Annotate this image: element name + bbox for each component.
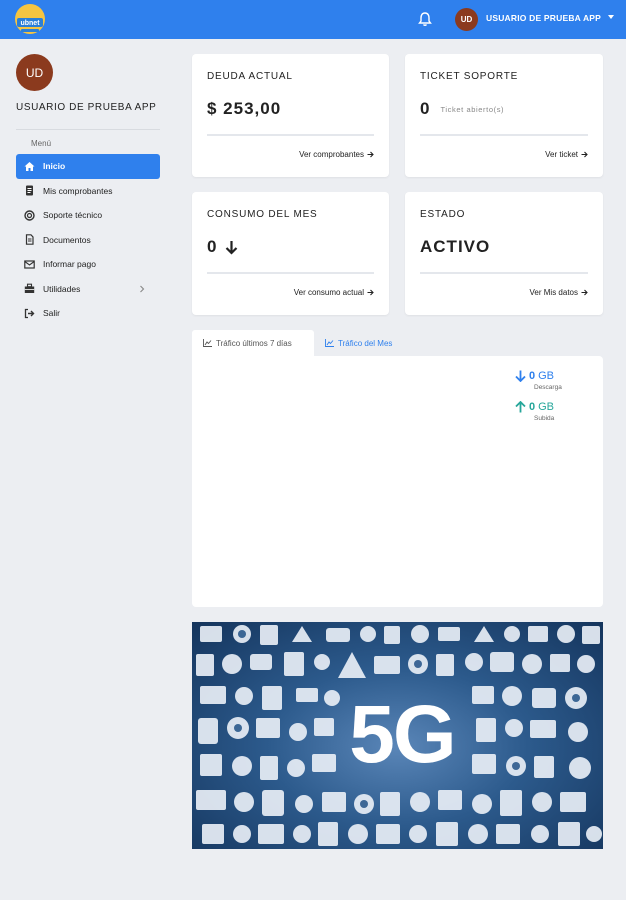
sidebar-item-utilidades[interactable]: Utilidades xyxy=(16,277,160,302)
sidebar-item-documentos[interactable]: Documentos xyxy=(16,228,160,253)
consumo-value-row: 0 xyxy=(207,237,238,257)
consumo-value: 0 xyxy=(207,237,218,256)
sidebar-item-salir[interactable]: Salir xyxy=(16,301,160,326)
card-title: TICKET SOPORTE xyxy=(420,71,519,82)
envelope-icon xyxy=(24,259,35,270)
support-icon xyxy=(24,210,35,221)
account-status: ACTIVO xyxy=(420,237,491,256)
home-icon xyxy=(24,161,35,172)
arrow-right-icon xyxy=(367,289,374,296)
sidebar-item-informar-pago[interactable]: Informar pago xyxy=(16,252,160,277)
download-unit: GB xyxy=(538,370,555,382)
promo-banner-5g: 5G xyxy=(192,622,603,849)
link-label: Ver consumo actual xyxy=(293,288,364,297)
notification-bell-icon[interactable] xyxy=(417,11,433,27)
card-divider xyxy=(420,134,588,136)
card-title: CONSUMO DEL MES xyxy=(207,209,318,220)
upload-value: 0 xyxy=(529,401,536,413)
link-label: Ver comprobantes xyxy=(299,150,364,159)
user-avatar[interactable]: UD xyxy=(455,8,478,31)
sidebar-item-label: Salir xyxy=(43,308,61,319)
sidebar-item-label: Documentos xyxy=(43,234,91,245)
download-label: Descarga xyxy=(534,384,562,391)
arrow-right-icon xyxy=(581,151,588,158)
link-label: Ver ticket xyxy=(545,150,578,159)
ticket-count-row: 0 Ticket abierto(s) xyxy=(420,99,504,119)
arrow-up-icon xyxy=(515,401,526,413)
sidebar-item-label: Soporte técnico xyxy=(43,210,103,221)
toolbox-icon xyxy=(24,283,35,294)
card-divider xyxy=(207,272,374,274)
ubnet-logo[interactable]: ubnet xyxy=(12,3,48,36)
sidebar-item-soporte[interactable]: Soporte técnico xyxy=(16,203,160,228)
arrow-right-icon xyxy=(581,289,588,296)
caret-down-icon[interactable] xyxy=(608,15,614,19)
chevron-right-icon xyxy=(140,285,145,292)
sidebar-avatar: UD xyxy=(16,54,53,91)
sidebar-divider xyxy=(16,129,160,130)
tab-label: Tráfico últimos 7 días xyxy=(216,338,292,348)
ver-comprobantes-link[interactable]: Ver comprobantes xyxy=(299,150,374,159)
chart-area-icon xyxy=(203,339,212,347)
ver-mis-datos-link[interactable]: Ver Mis datos xyxy=(530,288,588,297)
card-estado: ESTADO ACTIVO Ver Mis datos xyxy=(405,192,603,315)
document-icon xyxy=(24,234,35,246)
sidebar-item-label: Inicio xyxy=(43,161,66,172)
upload-unit: GB xyxy=(538,401,555,413)
receipt-icon xyxy=(24,185,35,196)
ver-consumo-link[interactable]: Ver consumo actual xyxy=(294,288,374,297)
sidebar-item-label: Utilidades xyxy=(43,283,81,294)
traffic-panel: 0 GB Descarga 0 GB Subida xyxy=(192,356,603,607)
upload-label: Subida xyxy=(534,415,555,422)
sidebar-item-inicio[interactable]: Inicio xyxy=(16,154,160,179)
upload-stat: 0 GB xyxy=(515,401,554,413)
logout-icon xyxy=(24,308,35,319)
tab-trafico-mes[interactable]: Tráfico del Mes xyxy=(314,330,414,356)
sidebar-menu: Inicio Mis comprobantes Soporte técnico … xyxy=(16,154,160,326)
sidebar-item-comprobantes[interactable]: Mis comprobantes xyxy=(16,179,160,204)
user-menu-toggle[interactable]: USUARIO DE PRUEBA APP xyxy=(486,13,601,23)
arrow-down-icon xyxy=(226,240,238,255)
debt-amount: $ 253,00 xyxy=(207,99,282,118)
ticket-count: 0 xyxy=(420,99,431,118)
download-stat: 0 GB xyxy=(515,370,554,382)
arrow-right-icon xyxy=(367,151,374,158)
card-deuda-actual: DEUDA ACTUAL $ 253,00 Ver comprobantes xyxy=(192,54,389,177)
card-title: DEUDA ACTUAL xyxy=(207,71,293,82)
sidebar-item-label: Mis comprobantes xyxy=(43,185,113,196)
top-navbar: ubnet UD USUARIO DE PRUEBA APP xyxy=(0,0,626,39)
tab-label: Tráfico del Mes xyxy=(338,338,393,348)
card-title: ESTADO xyxy=(420,209,466,220)
card-divider xyxy=(420,272,588,274)
arrow-down-icon xyxy=(515,370,526,382)
banner-5g-text: 5G xyxy=(349,689,456,780)
menu-title: Menú xyxy=(31,139,52,148)
sidebar-user-name: USUARIO DE PRUEBA APP xyxy=(16,102,157,113)
card-divider xyxy=(207,134,374,136)
sidebar-item-label: Informar pago xyxy=(43,259,96,270)
ticket-count-label: Ticket abierto(s) xyxy=(440,104,505,114)
card-ticket-soporte: TICKET SOPORTE 0 Ticket abierto(s) Ver t… xyxy=(405,54,603,177)
card-consumo-mes: CONSUMO DEL MES 0 Ver consumo actual xyxy=(192,192,389,315)
download-value: 0 xyxy=(529,370,536,382)
ver-ticket-link[interactable]: Ver ticket xyxy=(545,150,588,159)
link-label: Ver Mis datos xyxy=(529,288,578,297)
chart-area-icon xyxy=(325,339,334,347)
tab-trafico-7-dias[interactable]: Tráfico últimos 7 días xyxy=(192,330,314,356)
svg-text:ubnet: ubnet xyxy=(20,20,40,27)
